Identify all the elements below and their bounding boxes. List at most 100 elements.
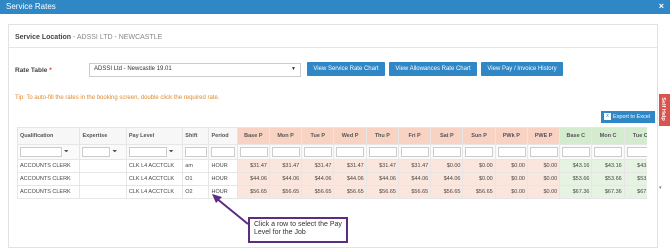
close-icon[interactable]: × (659, 1, 664, 11)
table-cell[interactable]: $56.65 (301, 185, 335, 199)
col-header[interactable]: Base P (236, 127, 270, 145)
table-cell[interactable]: $44.06 (301, 172, 335, 186)
col-header[interactable]: Period (208, 127, 238, 145)
table-cell[interactable]: O1 (182, 172, 210, 186)
table-cell[interactable]: $0.00 (526, 159, 561, 173)
filter-input[interactable] (304, 147, 333, 157)
table-cell[interactable]: $43.16 (559, 159, 593, 173)
table-cell[interactable]: $31.47 (333, 159, 367, 173)
table-cell[interactable]: CLK L4 ACCTCLK (125, 159, 184, 173)
table-cell[interactable]: $31.47 (365, 159, 399, 173)
table-cell[interactable]: $67.36 (559, 185, 593, 199)
table-cell[interactable]: $67.36 (623, 185, 647, 199)
table-cell[interactable]: O2 (182, 185, 210, 199)
filter-input[interactable] (271, 147, 300, 157)
table-cell[interactable]: $53.66 (559, 172, 593, 186)
filter-input[interactable] (211, 147, 236, 157)
table-cell[interactable]: $43.16 (591, 159, 625, 173)
col-header[interactable]: Tue P (301, 127, 335, 145)
filter-icon[interactable]: ⏷ (64, 149, 69, 156)
col-header[interactable]: Wed P (333, 127, 367, 145)
table-cell[interactable]: ACCOUNTS CLERK (17, 172, 81, 186)
filter-input[interactable] (20, 147, 62, 157)
table-cell[interactable]: $0.00 (430, 159, 464, 173)
table-cell[interactable]: $44.06 (365, 172, 399, 186)
table-cell[interactable]: am (182, 159, 210, 173)
filter-input[interactable] (400, 147, 429, 157)
table-cell[interactable]: $44.06 (397, 172, 432, 186)
table-cell[interactable]: $53.66 (591, 172, 625, 186)
col-header[interactable]: Pay Level (125, 127, 184, 145)
table-cell[interactable]: $0.00 (494, 185, 528, 199)
table-cell[interactable]: $56.65 (333, 185, 367, 199)
table-cell[interactable]: $44.06 (430, 172, 464, 186)
col-header[interactable]: Thu P (365, 127, 399, 145)
table-cell[interactable]: ACCOUNTS CLERK (17, 159, 81, 173)
filter-input[interactable] (465, 147, 494, 157)
view-pay-invoice-history-button[interactable]: View Pay / Invoice History (481, 62, 563, 76)
filter-input[interactable] (185, 147, 208, 157)
table-cell[interactable]: $0.00 (462, 172, 496, 186)
filter-input[interactable] (336, 147, 365, 157)
table-row[interactable]: ACCOUNTS CLERK CLK L4 ACCTCLK am HOUR $31.47… (17, 159, 647, 173)
col-header[interactable]: Mon P (268, 127, 303, 145)
table-cell[interactable]: $43.16 (623, 159, 647, 173)
filter-input[interactable] (82, 147, 111, 157)
table-cell[interactable]: $56.65 (365, 185, 399, 199)
table-cell[interactable]: $56.65 (268, 185, 303, 199)
col-header[interactable]: Sat P (430, 127, 464, 145)
view-service-rate-chart-button[interactable]: View Service Rate Chart (307, 62, 385, 76)
col-header[interactable]: Fri P (397, 127, 432, 145)
table-cell[interactable] (79, 172, 127, 186)
filter-input[interactable] (562, 147, 591, 157)
table-cell[interactable]: HOUR (208, 172, 238, 186)
table-cell[interactable]: $0.00 (526, 185, 561, 199)
table-cell[interactable] (79, 185, 127, 199)
table-cell[interactable]: $53.66 (623, 172, 647, 186)
table-cell[interactable]: $0.00 (494, 159, 528, 173)
table-cell[interactable]: $0.00 (526, 172, 561, 186)
filter-input[interactable] (594, 147, 623, 157)
table-row[interactable]: ACCOUNTS CLERK CLK L4 ACCTCLK O2 HOUR $56.65… (17, 185, 647, 199)
table-cell[interactable]: $31.47 (397, 159, 432, 173)
col-header[interactable]: Tue C (623, 127, 647, 145)
self-help-tab[interactable]: Self Help (659, 94, 670, 126)
col-header[interactable]: PWE P (526, 127, 561, 145)
filter-input[interactable] (497, 147, 526, 157)
table-cell[interactable]: $44.06 (236, 172, 270, 186)
col-header[interactable]: Shift (182, 127, 210, 145)
filter-input[interactable] (433, 147, 462, 157)
filter-input[interactable] (368, 147, 397, 157)
filter-input[interactable] (128, 147, 167, 157)
table-cell[interactable]: $56.65 (430, 185, 464, 199)
col-header[interactable]: Expertise (79, 127, 127, 145)
table-cell[interactable]: $56.65 (397, 185, 432, 199)
export-excel-button[interactable]: x Export to Excel (601, 111, 655, 123)
scroll-down-icon[interactable]: ▾ (659, 185, 662, 191)
table-cell[interactable]: $44.06 (333, 172, 367, 186)
col-header[interactable]: PWk P (494, 127, 528, 145)
table-cell[interactable]: $67.36 (591, 185, 625, 199)
table-cell[interactable]: $31.47 (301, 159, 335, 173)
view-allowances-rate-chart-button[interactable]: View Allowances Rate Chart (389, 62, 477, 76)
col-header[interactable]: Qualification (17, 127, 81, 145)
filter-input[interactable] (239, 147, 268, 157)
col-header[interactable]: Mon C (591, 127, 625, 145)
table-cell[interactable]: $31.47 (268, 159, 303, 173)
filter-icon[interactable]: ⏷ (112, 149, 117, 156)
table-cell[interactable]: $0.00 (494, 172, 528, 186)
col-header[interactable]: Base C (559, 127, 593, 145)
table-cell[interactable] (79, 159, 127, 173)
table-cell[interactable]: CLK L4 ACCTCLK (125, 185, 184, 199)
table-cell[interactable]: ACCOUNTS CLERK (17, 185, 81, 199)
col-header[interactable]: Sun P (462, 127, 496, 145)
table-cell[interactable]: $56.65 (462, 185, 496, 199)
table-cell[interactable]: $44.06 (268, 172, 303, 186)
table-cell[interactable]: $31.47 (236, 159, 270, 173)
rate-table-select[interactable]: ADSSI Ltd - Newcastle 19.01 ▼ (89, 63, 301, 77)
filter-icon[interactable]: ⏷ (169, 149, 174, 156)
filter-input[interactable] (626, 147, 647, 157)
table-cell[interactable]: $0.00 (462, 159, 496, 173)
filter-input[interactable] (529, 147, 558, 157)
table-cell[interactable]: CLK L4 ACCTCLK (125, 172, 184, 186)
